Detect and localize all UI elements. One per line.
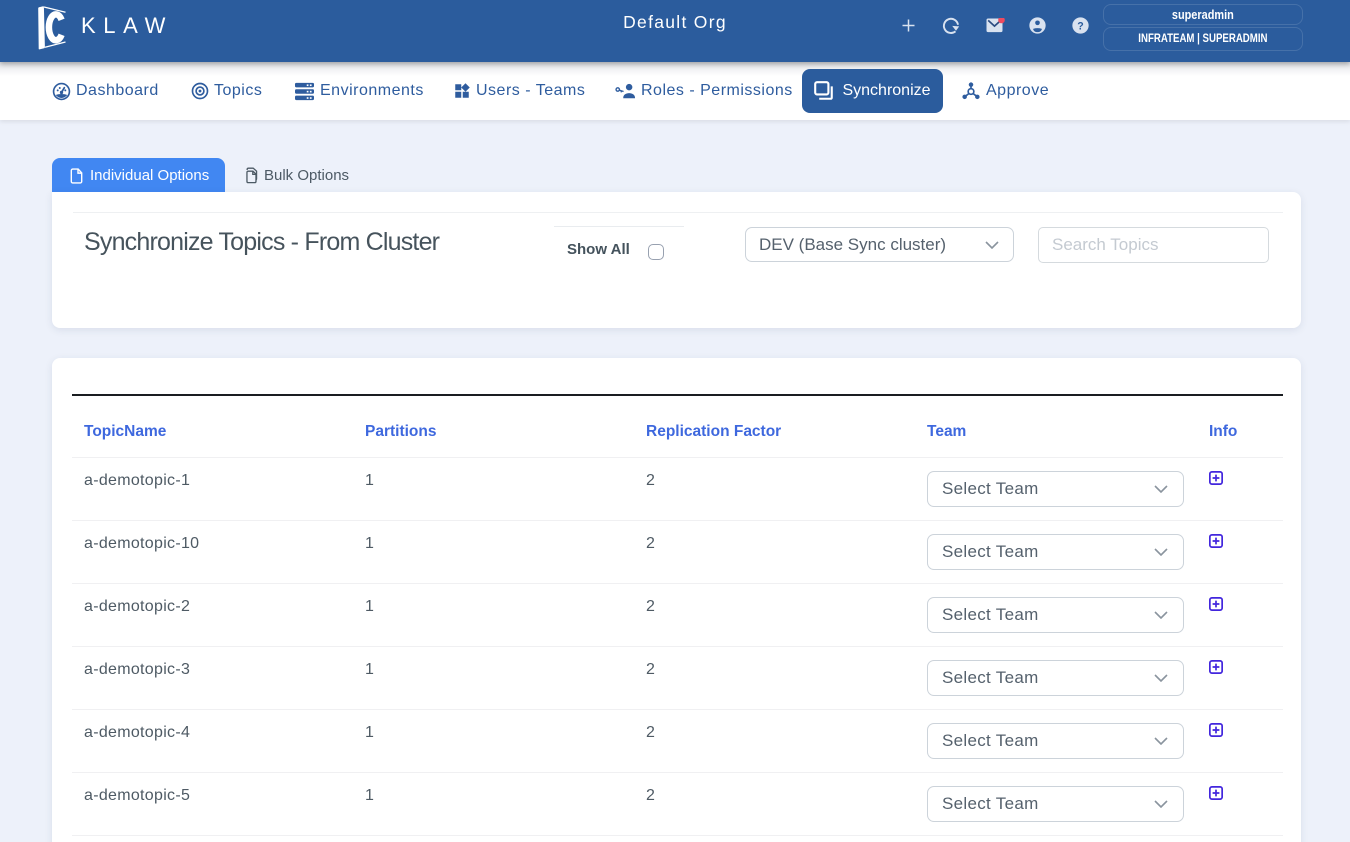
svg-text:?: ? (1077, 20, 1083, 32)
